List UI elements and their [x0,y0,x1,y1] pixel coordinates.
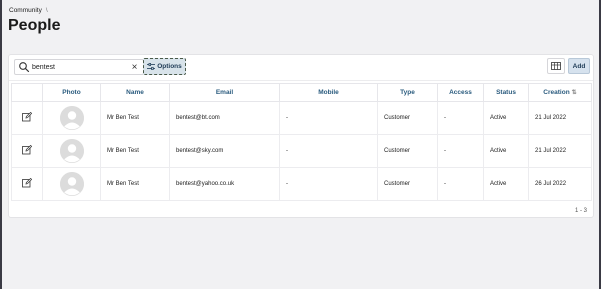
edit-cell[interactable] [11,101,43,135]
column-header-actions [11,83,43,102]
creation-cell: 21 Jul 2022 [528,134,592,168]
breadcrumb-separator: \ [45,7,48,14]
name-cell: Mr Ben Test [100,134,170,168]
mobile-cell: - [279,101,378,135]
column-header-photo[interactable]: Photo [42,83,101,102]
avatar [59,106,84,130]
photo-cell [42,134,101,168]
sort-icon[interactable]: ⇅ [572,90,577,96]
status-cell: Active [483,134,529,168]
name-cell: Mr Ben Test [100,101,170,135]
column-header-mobile[interactable]: Mobile [279,83,378,102]
access-cell: - [437,134,484,168]
columns-icon [551,62,561,70]
photo-cell [42,167,101,201]
column-header-status[interactable]: Status [483,83,529,102]
column-header-access[interactable]: Access [437,83,484,102]
window-edge-left [0,0,2,289]
type-cell: Customer [377,134,438,168]
breadcrumb-item-community[interactable]: Community [9,7,42,14]
sliders-icon [147,63,156,70]
column-header-creation-label: Creation [543,89,570,96]
edit-icon[interactable] [22,112,32,122]
options-button[interactable]: Options [143,58,186,75]
search-box[interactable]: × [14,59,144,75]
page-title: People [8,17,61,34]
photo-cell [42,101,101,135]
toolbar: × Options Add [9,55,593,81]
creation-cell: 26 Jul 2022 [528,167,592,201]
email-cell: bentest@sky.com [169,134,280,168]
creation-cell: 21 Jul 2022 [528,101,592,135]
close-icon[interactable]: × [129,62,140,73]
edit-cell[interactable] [11,134,43,168]
status-cell: Active [483,101,529,135]
people-panel: × Options Add [8,54,594,218]
column-header-creation[interactable]: Creation ⇅ [528,83,592,102]
column-header-type[interactable]: Type [377,83,438,102]
options-button-label: Options [157,63,182,70]
table-row[interactable]: Mr Ben Test bentest@bt.com - Customer - … [11,101,592,135]
mobile-cell: - [279,134,378,168]
column-header-name[interactable]: Name [100,83,170,102]
edit-cell[interactable] [11,167,43,201]
breadcrumb: Community \ [9,7,48,14]
mobile-cell: - [279,167,378,201]
avatar [59,139,84,163]
search-input[interactable] [32,63,122,71]
status-cell: Active [483,167,529,201]
type-cell: Customer [377,167,438,201]
access-cell: - [437,101,484,135]
pagination-info: 1 - 3 [574,208,587,214]
add-person-button[interactable]: Add [568,58,590,74]
access-cell: - [437,167,484,201]
search-icon [19,62,30,73]
edit-icon[interactable] [22,178,32,188]
email-cell: bentest@bt.com [169,101,280,135]
table-row[interactable]: Mr Ben Test bentest@sky.com - Customer -… [11,134,592,168]
name-cell: Mr Ben Test [100,167,170,201]
type-cell: Customer [377,101,438,135]
avatar [59,172,84,196]
email-cell: bentest@yahoo.co.uk [169,167,280,201]
edit-icon[interactable] [22,145,32,155]
column-header-email[interactable]: Email [169,83,280,102]
columns-button[interactable] [547,58,565,74]
people-table: Photo Name Email Mobile Type Access Stat… [11,83,592,201]
table-header-row: Photo Name Email Mobile Type Access Stat… [11,83,592,102]
table-row[interactable]: Mr Ben Test bentest@yahoo.co.uk - Custom… [11,167,592,201]
